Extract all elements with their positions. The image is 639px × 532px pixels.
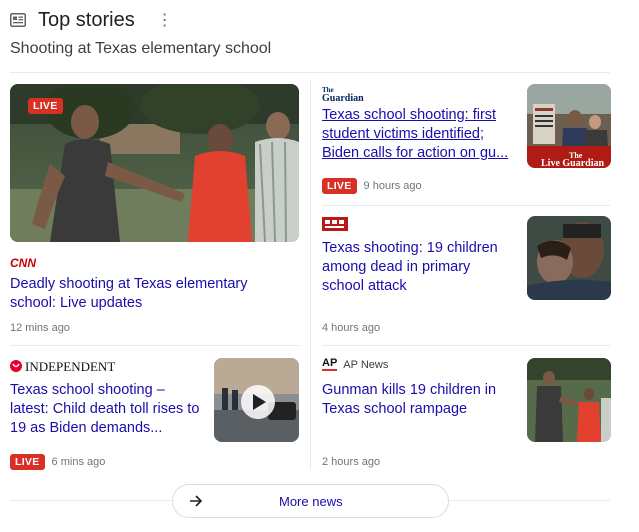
story-card-guardian[interactable]: The Guardian Texas school shooting: firs…: [322, 84, 612, 199]
timestamp: 9 hours ago: [363, 180, 422, 192]
story-headline[interactable]: Gunman kills 19 children in Texas school…: [322, 381, 514, 419]
story-card-independent[interactable]: INDEPENDENT Texas school shooting – late…: [10, 358, 300, 473]
timestamp: 4 hours ago: [322, 322, 381, 334]
story-thumbnail[interactable]: [214, 358, 299, 442]
story-meta: LIVE 9 hours ago: [322, 178, 422, 194]
timestamp: 2 hours ago: [322, 456, 381, 468]
story-headline[interactable]: Deadly shooting at Texas elementary scho…: [10, 275, 280, 313]
story-headline[interactable]: Texas school shooting: first student vic…: [322, 106, 514, 163]
live-badge: LIVE: [10, 454, 45, 470]
source-logo-independent: INDEPENDENT: [10, 359, 136, 373]
story-card-cnn[interactable]: LIVE CNN Deadly shooting at Texas elemen…: [10, 84, 300, 339]
svg-text:Guardian: Guardian: [322, 93, 364, 102]
svg-text:INDEPENDENT: INDEPENDENT: [25, 359, 115, 373]
story-thumbnail[interactable]: [527, 358, 611, 442]
cnn-logo-icon: CNN: [10, 256, 36, 268]
photo-image: [527, 358, 611, 442]
divider: [10, 500, 172, 501]
story-meta: 4 hours ago: [322, 322, 380, 334]
independent-logo-icon: INDEPENDENT: [10, 359, 115, 373]
timestamp: 12 mins ago: [10, 322, 70, 334]
photo-image: [527, 216, 611, 300]
more-news-label: More news: [279, 493, 343, 509]
story-meta: 2 hours ago: [322, 456, 380, 468]
live-badge: LIVE: [28, 98, 63, 114]
source-logo-cnn: CNN: [10, 256, 36, 268]
arrow-right-icon: [190, 495, 203, 507]
topic-heading: Shooting at Texas elementary school: [10, 40, 272, 57]
story-headline[interactable]: Texas shooting: 19 children among dead i…: [322, 239, 514, 296]
section-title: Top stories: [38, 8, 135, 31]
live-badge: LIVE: [322, 178, 357, 194]
more-options-icon[interactable]: ⋮: [157, 10, 173, 30]
story-meta: LIVE 6 mins ago: [10, 454, 105, 470]
thumb-caption: Live Guardian: [541, 158, 605, 168]
divider: [447, 500, 610, 501]
story-thumbnail[interactable]: [527, 216, 611, 300]
guardian-logo-icon: The Guardian: [322, 86, 364, 102]
timestamp: 6 mins ago: [51, 456, 106, 468]
more-news-button[interactable]: More news: [172, 484, 449, 518]
story-card-bbc[interactable]: Texas shooting: 19 children among dead i…: [322, 216, 612, 338]
story-card-ap[interactable]: AP AP News Gunman kills 19 children in T…: [322, 358, 612, 473]
photo-image: The Live Guardian: [527, 84, 611, 168]
source-logo-guardian: The Guardian: [322, 86, 382, 102]
divider: [10, 72, 610, 73]
story-thumbnail[interactable]: LIVE: [10, 84, 299, 242]
ap-logo-icon: AP: [322, 357, 338, 371]
story-headline[interactable]: Texas school shooting – latest: Child de…: [10, 381, 202, 438]
divider: [10, 345, 300, 346]
source-name: AP News: [343, 358, 389, 371]
svg-text:CNN: CNN: [10, 256, 36, 268]
video-thumbnail-image: [214, 358, 299, 442]
divider: [322, 205, 610, 206]
top-stories-header: Top stories ⋮: [10, 8, 173, 32]
story-thumbnail[interactable]: The Live Guardian: [527, 84, 611, 168]
source-logo-ap: AP AP News: [322, 358, 388, 371]
bbc-news-logo-icon: [322, 217, 348, 231]
column-divider: [310, 80, 311, 470]
source-logo-bbc: [322, 217, 348, 231]
divider: [322, 345, 610, 346]
story-meta: 12 mins ago: [10, 322, 70, 334]
newspaper-icon: [10, 13, 26, 27]
